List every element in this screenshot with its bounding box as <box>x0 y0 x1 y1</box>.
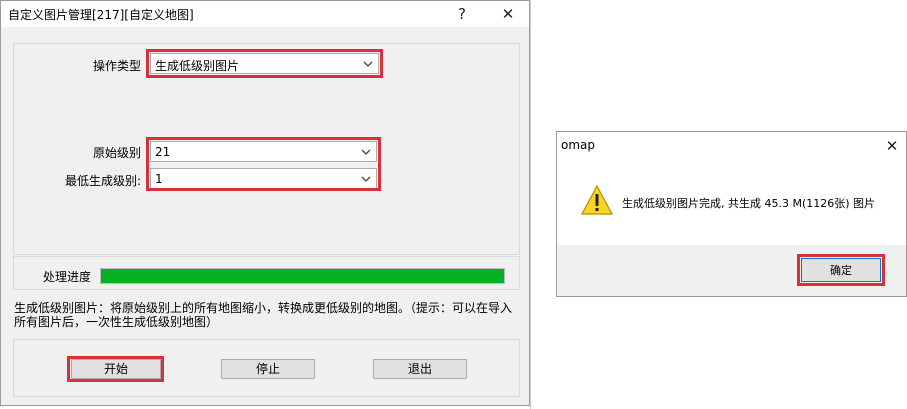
ok-button-highlight <box>797 254 885 286</box>
messagebox-text: 生成低级别图片完成, 共生成 45.3 M(1126张) 图片 <box>622 197 876 210</box>
operation-type-highlight <box>146 49 383 78</box>
source-level-label: 原始级别 <box>93 146 142 160</box>
description-line2: 所有图片后，一次性生成低级别地图） <box>14 315 219 329</box>
exit-button[interactable]: 退出 <box>373 359 467 379</box>
warning-icon <box>581 184 613 215</box>
progress-label: 处理进度 <box>43 270 92 284</box>
levels-highlight <box>146 137 381 191</box>
background-window-edge <box>530 0 535 409</box>
min-level-label: 最低生成级别: <box>65 174 142 188</box>
messagebox-title: omap <box>561 138 596 152</box>
dialog-titlebar: 自定义图片管理[217][自定义地图] ? ✕ <box>1 1 529 27</box>
messagebox-close-button[interactable]: ✕ <box>877 133 907 159</box>
help-button[interactable]: ? <box>445 1 479 27</box>
operation-type-label: 操作类型 <box>93 59 142 73</box>
close-button[interactable]: ✕ <box>491 1 525 27</box>
progress-bar-fill <box>101 269 504 283</box>
start-button-highlight <box>67 356 164 382</box>
stop-button[interactable]: 停止 <box>221 359 315 379</box>
dialog-title: 自定义图片管理[217][自定义地图] <box>8 8 194 22</box>
progress-bar <box>100 268 505 284</box>
custom-image-manager-dialog: 自定义图片管理[217][自定义地图] ? ✕ 操作类型 生成低级别图片 原始级… <box>0 0 530 406</box>
